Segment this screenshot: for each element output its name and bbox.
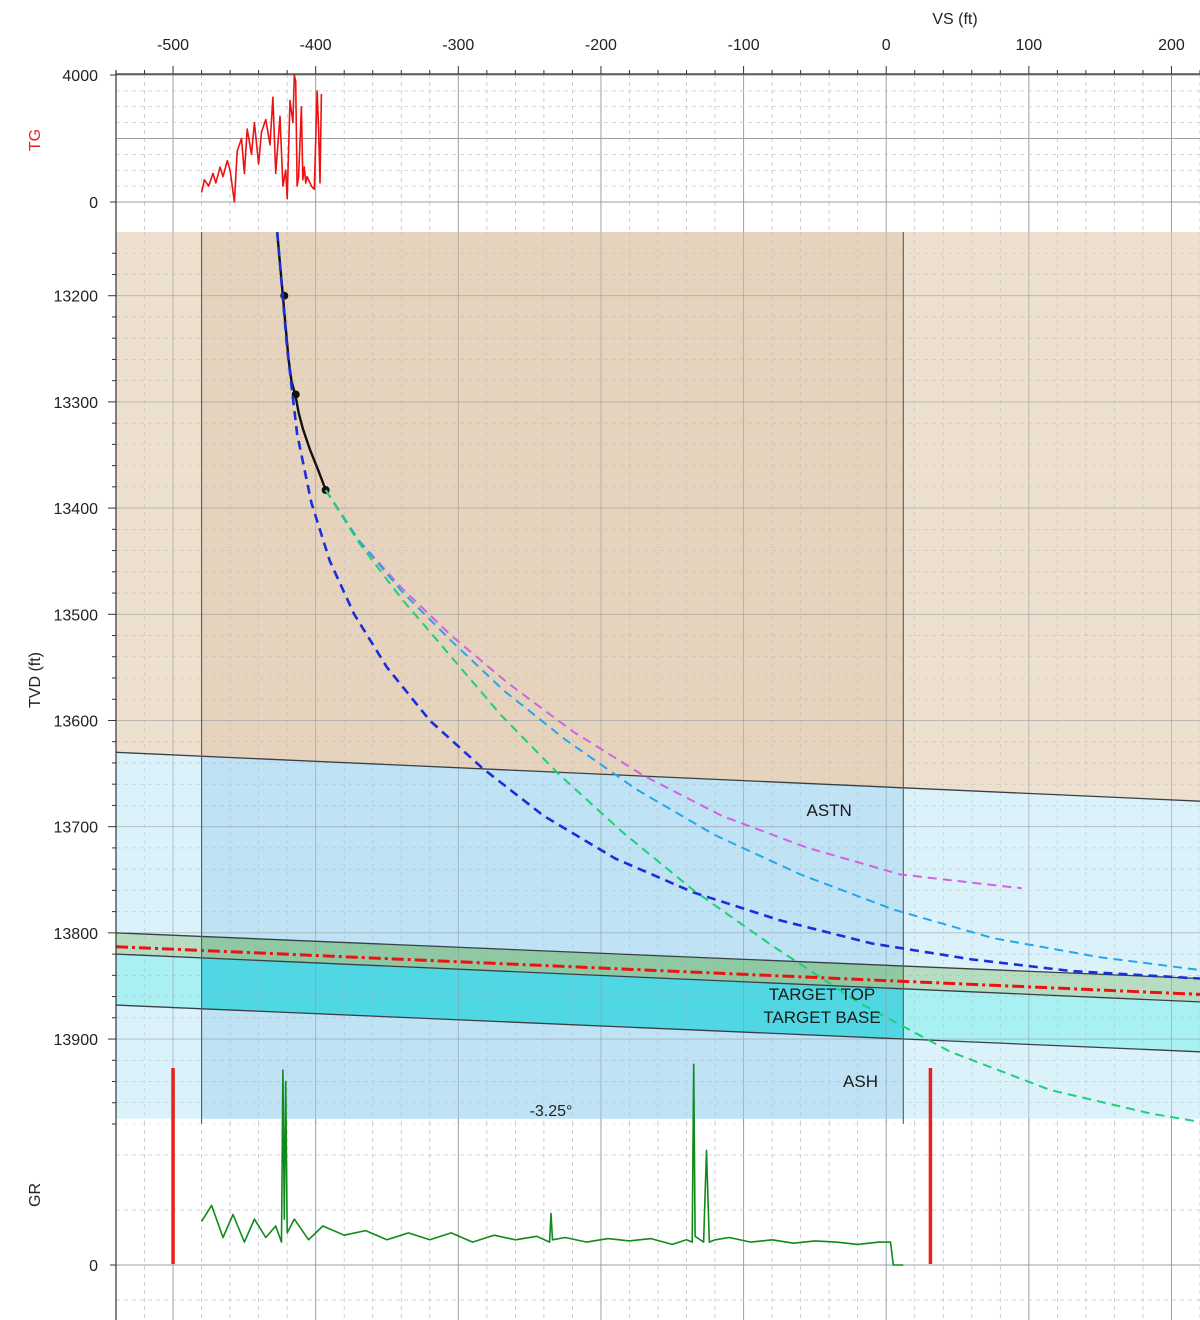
- gr-tick-label: 0: [89, 1258, 98, 1275]
- formation-label: ASTN: [806, 801, 851, 820]
- x-tick-label: -400: [300, 37, 332, 54]
- tvd-tick-label: 13400: [54, 501, 99, 518]
- tvd-axis-title: TVD (ft): [27, 652, 44, 708]
- formation-bands: [116, 232, 1200, 1124]
- tg-axis-title: TG: [27, 129, 44, 151]
- formation-band-window: [201, 232, 904, 788]
- formation-label: TARGET BASE: [763, 1008, 880, 1027]
- tg-tick-label: 4000: [62, 68, 98, 85]
- x-tick-label: -500: [157, 37, 189, 54]
- formation-layers: [116, 232, 1200, 1124]
- tvd-tick-label: 13700: [54, 820, 99, 837]
- x-tick-label: 100: [1015, 37, 1042, 54]
- dip-annotation: -3.25°: [530, 1103, 573, 1120]
- formation-band-window: [201, 756, 904, 967]
- x-tick-label: 200: [1158, 37, 1185, 54]
- tvd-tick-label: 13500: [54, 607, 99, 624]
- x-axis-title: VS (ft): [932, 11, 977, 28]
- tvd-tick-label: 13600: [54, 713, 99, 730]
- tvd-tick-label: 13900: [54, 1032, 99, 1049]
- gr-axis-title: GR: [27, 1183, 44, 1207]
- x-tick-label: -300: [442, 37, 474, 54]
- x-tick-label: -200: [585, 37, 617, 54]
- tg-tick-label: 0: [89, 195, 98, 212]
- tvd-tick-label: 13800: [54, 926, 99, 943]
- formation-label: TARGET TOP: [769, 985, 875, 1004]
- x-tick-label: 0: [882, 37, 891, 54]
- formation-label: ASH: [843, 1072, 878, 1091]
- well-section-plot: -500 -400 -300 -200 -100 0 100 200 VS (ft) 0 4000 1…: [27, 11, 1200, 1320]
- tvd-tick-label: 13300: [54, 395, 99, 412]
- x-tick-label: -100: [728, 37, 760, 54]
- tvd-tick-label: 13200: [54, 289, 99, 306]
